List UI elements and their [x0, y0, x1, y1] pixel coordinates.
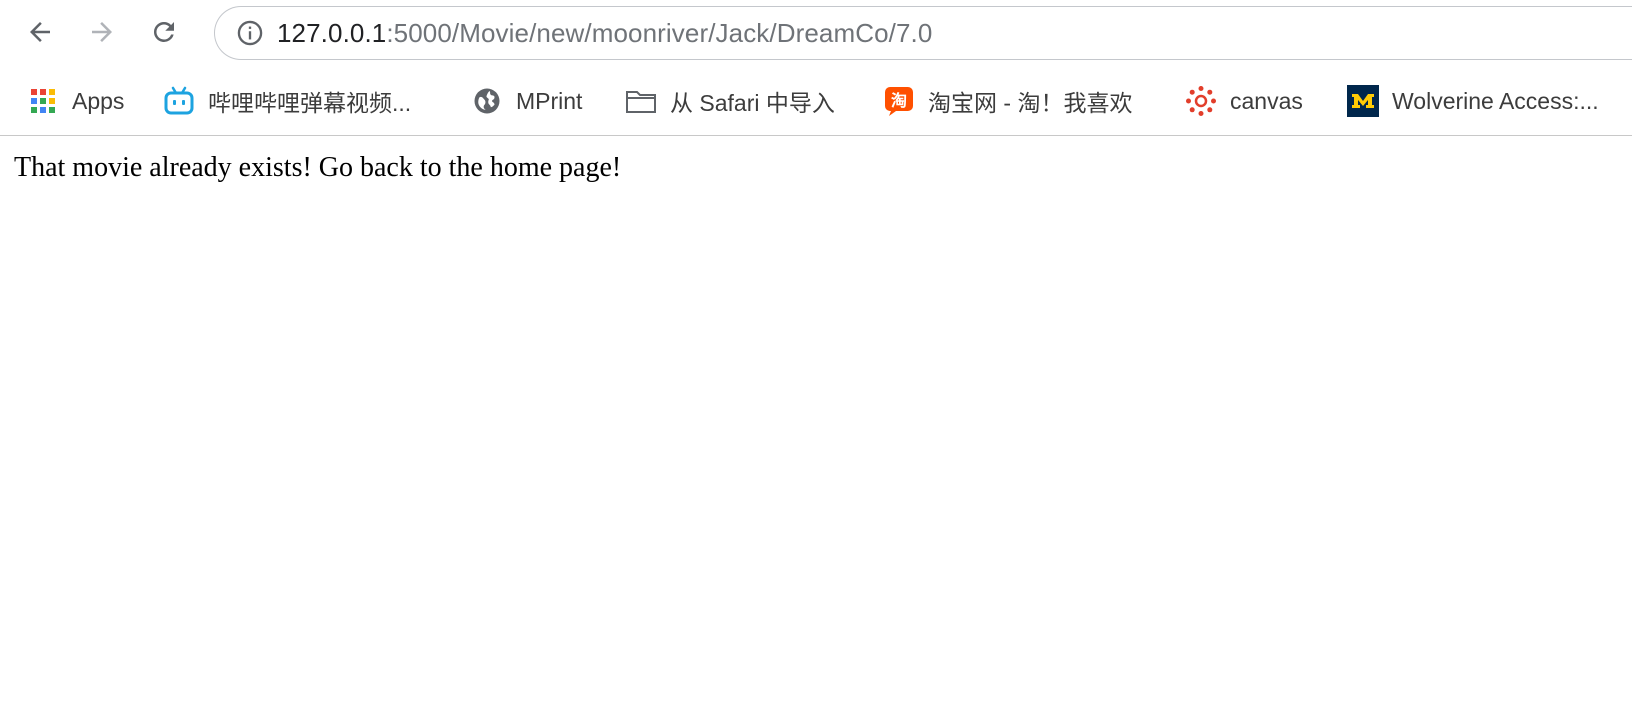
michigan-m-icon — [1346, 84, 1380, 118]
url-text[interactable]: 127.0.0.1:5000/Movie/new/moonriver/Jack/… — [277, 18, 932, 49]
bookmark-label: canvas — [1230, 87, 1303, 114]
reload-button[interactable] — [144, 12, 184, 52]
bookmark-label: Wolverine Access:... — [1392, 87, 1599, 114]
bookmark-apps[interactable]: Apps — [26, 79, 124, 123]
canvas-icon — [1184, 84, 1218, 118]
bookmark-label: 淘宝网 - 淘！我喜欢 — [928, 90, 1133, 116]
bookmark-label: 从 Safari 中导入 — [670, 90, 835, 116]
url-path: :5000/Movie/new/moonriver/Jack/DreamCo/7… — [386, 17, 933, 48]
browser-toolbar: 127.0.0.1:5000/Movie/new/moonriver/Jack/… — [0, 0, 1632, 67]
back-arrow-icon — [30, 22, 50, 42]
error-message: That movie already exists! Go back to th… — [14, 152, 622, 183]
bookmark-bilibili[interactable]: 哔哩哔哩弹幕视频... — [162, 79, 411, 123]
address-bar[interactable]: 127.0.0.1:5000/Movie/new/moonriver/Jack/… — [214, 6, 1632, 60]
bookmark-taobao[interactable]: 淘 淘宝网 - 淘！我喜欢 — [882, 79, 1132, 123]
bookmark-canvas[interactable]: canvas — [1184, 79, 1303, 123]
page-content: That movie already exists! Go back to th… — [0, 136, 1632, 200]
bookmark-wolverine-access[interactable]: Wolverine Access:... — [1346, 79, 1599, 123]
bookmark-label: MPrint — [516, 87, 583, 114]
info-icon[interactable] — [235, 18, 265, 48]
taobao-icon: 淘 — [882, 84, 916, 118]
svg-text:淘: 淘 — [891, 91, 907, 110]
url-host: 127.0.0.1 — [277, 17, 387, 48]
globe-icon — [470, 84, 504, 118]
back-button[interactable] — [20, 12, 60, 52]
bookmark-mprint[interactable]: MPrint — [470, 79, 582, 123]
bookmarks-bar: Apps 哔哩哔哩弹幕视频... MPrint 从 Safari 中导入 淘 淘… — [0, 67, 1632, 136]
forward-button[interactable] — [82, 12, 122, 52]
forward-arrow-icon — [92, 22, 112, 42]
bookmark-label: Apps — [72, 87, 125, 114]
apps-grid-icon — [26, 84, 60, 118]
bookmark-label: 哔哩哔哩弹幕视频... — [208, 90, 412, 116]
folder-icon — [624, 84, 658, 118]
bookmark-folder-safari[interactable]: 从 Safari 中导入 — [624, 79, 835, 123]
reload-icon — [153, 21, 174, 42]
bilibili-icon — [162, 84, 196, 118]
